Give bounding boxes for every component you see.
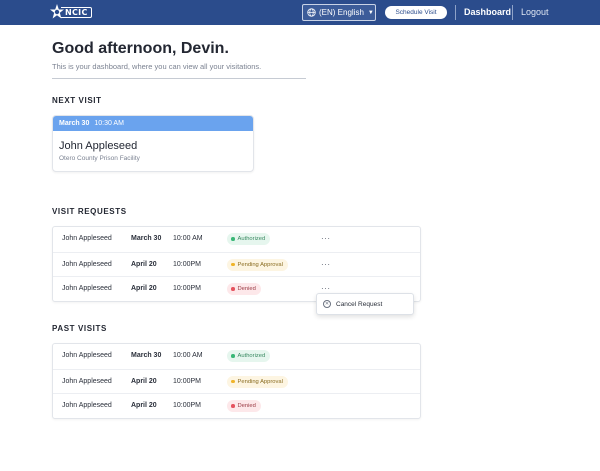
past-visits-table: John Appleseed March 30 10:00 AM Authori… [52, 343, 421, 419]
next-visit-date: March 30 [59, 120, 90, 127]
visit-requests-heading: VISIT REQUESTS [52, 207, 127, 216]
row-time: 10:00 AM [173, 352, 203, 359]
schedule-visit-button[interactable]: Schedule Visit [385, 6, 447, 19]
next-visit-time: 10:30 AM [94, 120, 124, 127]
row-date: March 30 [131, 352, 162, 359]
next-visit-heading: NEXT VISIT [52, 96, 102, 105]
table-row: John Appleseed March 30 10:00 AM Authori… [53, 227, 420, 252]
more-options-icon[interactable]: ··· [321, 284, 331, 293]
more-options-icon[interactable]: ··· [321, 234, 331, 243]
status-label: Authorized [237, 353, 266, 359]
next-visit-card[interactable]: March 30 10:30 AM John Appleseed Otero C… [52, 115, 254, 172]
nav-logout-link[interactable]: Logout [521, 7, 549, 17]
row-time: 10:00PM [173, 285, 202, 292]
status-label: Pending Approval [237, 378, 283, 385]
status-dot [231, 262, 235, 267]
status-label: Pending Approval [237, 261, 283, 268]
row-time: 10:00PM [173, 402, 202, 409]
next-visit-header: March 30 10:30 AM [53, 116, 253, 131]
status-dot [231, 404, 235, 408]
next-visit-facility: Otero County Prison Facility [59, 155, 140, 162]
table-row: John Appleseed April 20 10:00PM Denied [53, 393, 420, 418]
next-visit-inmate-name: John Appleseed [59, 140, 138, 152]
row-actions-menu: ✕ Cancel Request [316, 293, 414, 315]
page-subtitle: This is your dashboard, where you can vi… [52, 62, 262, 71]
row-date: March 30 [131, 235, 162, 242]
status-badge: Pending Approval [227, 258, 288, 271]
table-row: John Appleseed April 20 10:00PM Pending … [53, 251, 420, 277]
status-dot [231, 379, 235, 384]
nav-divider [512, 5, 513, 20]
past-visits-heading: PAST VISITS [52, 324, 107, 333]
table-row: John Appleseed March 30 10:00 AM Authori… [53, 344, 420, 369]
table-row: John Appleseed April 20 10:00PM Pending … [53, 368, 420, 394]
row-time: 10:00 AM [173, 235, 203, 242]
globe-icon [307, 8, 316, 17]
status-dot [231, 287, 235, 291]
row-name: John Appleseed [62, 235, 112, 242]
status-badge: Authorized [227, 233, 271, 245]
status-label: Authorized [237, 236, 266, 242]
status-label: Denied [237, 403, 256, 409]
language-label: (EN) English [319, 8, 364, 17]
status-badge: Denied [227, 400, 261, 412]
cancel-request-menu-item[interactable]: Cancel Request [336, 301, 382, 308]
row-time: 10:00PM [173, 260, 202, 268]
row-name: John Appleseed [62, 285, 112, 292]
row-date: April 20 [131, 285, 157, 292]
status-badge: Authorized [227, 350, 271, 362]
caret-down-icon: ▼ [367, 9, 374, 16]
status-badge: Pending Approval [227, 375, 288, 388]
language-select[interactable]: (EN) English ▼ [302, 4, 376, 21]
row-name: John Appleseed [62, 402, 112, 409]
visit-requests-table: John Appleseed March 30 10:00 AM Authori… [52, 226, 421, 302]
row-name: John Appleseed [62, 377, 112, 385]
row-date: April 20 [131, 260, 157, 268]
status-label: Denied [237, 286, 256, 292]
logo-text: NCIC [61, 7, 92, 18]
ncic-logo[interactable]: NCIC [50, 4, 92, 21]
cancel-circle-icon: ✕ [323, 300, 331, 308]
row-name: John Appleseed [62, 352, 112, 359]
status-badge: Denied [227, 283, 261, 295]
more-options-icon[interactable]: ··· [321, 260, 331, 269]
status-dot [231, 237, 235, 241]
nav-dashboard-link[interactable]: Dashboard [464, 7, 511, 17]
row-date: April 20 [131, 377, 157, 385]
header-divider [52, 78, 306, 79]
row-name: John Appleseed [62, 260, 112, 268]
nav-divider [455, 5, 456, 20]
row-date: April 20 [131, 402, 157, 409]
page-title: Good afternoon, Devin. [52, 40, 229, 57]
top-navbar: NCIC (EN) English ▼ Schedule Visit Dashb… [0, 0, 600, 25]
row-time: 10:00PM [173, 377, 202, 385]
status-dot [231, 354, 235, 358]
